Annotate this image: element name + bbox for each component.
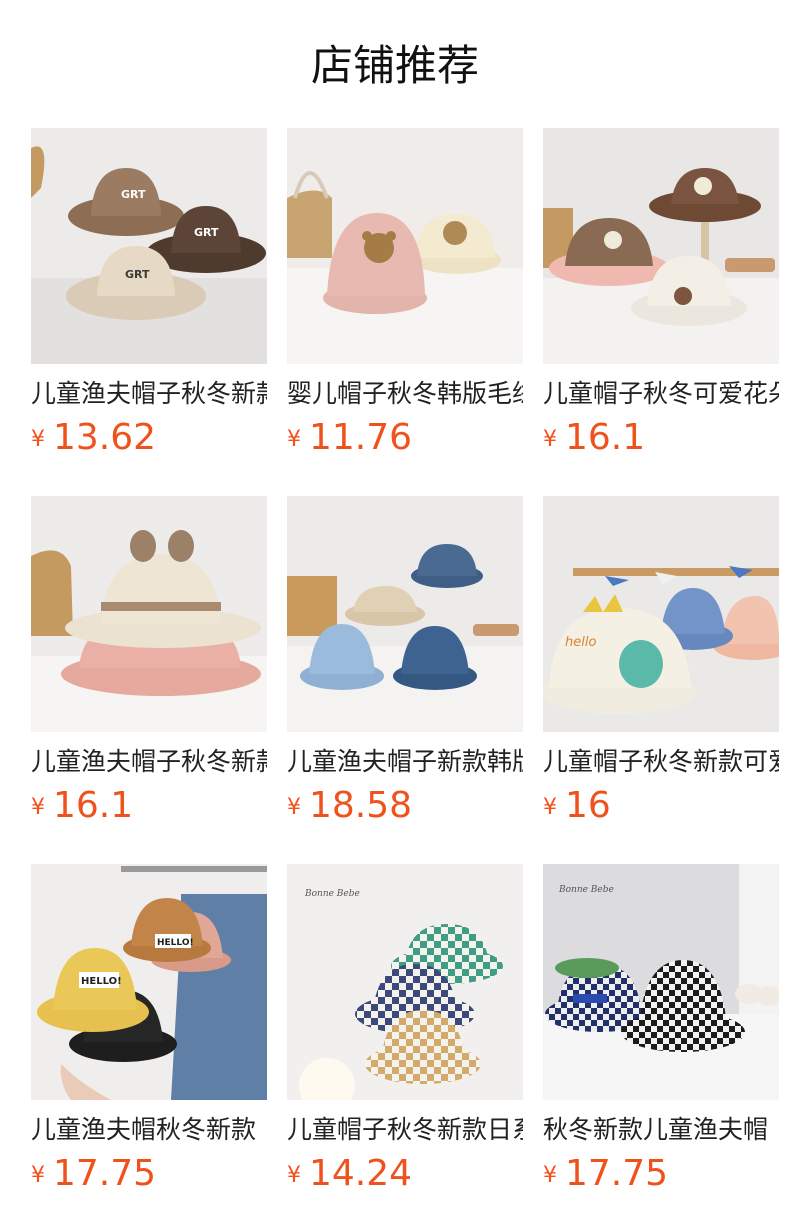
product-card[interactable]: HELLO! HELLO! 儿童渔夫帽秋冬新款 ¥17.75 — [31, 864, 267, 1232]
product-name[interactable]: 婴儿帽子秋冬韩版毛绒 — [287, 376, 523, 412]
product-image-bow-ear-bucket-hats[interactable] — [31, 496, 267, 732]
product-name[interactable]: 儿童渔夫帽子新款韩版 — [287, 744, 523, 780]
price-value: 18.58 — [309, 785, 413, 826]
product-card[interactable]: 儿童渔夫帽子新款韩版 ¥18.58 — [287, 496, 523, 864]
product-price: ¥14.24 — [287, 1152, 412, 1196]
product-image-dinosaur-bucket-hats[interactable]: hello — [543, 496, 779, 732]
product-name[interactable]: 儿童渔夫帽子秋冬新款 — [31, 376, 267, 412]
product-image-checkered-bucket-hats[interactable]: Bonne Bebe — [287, 864, 523, 1100]
product-price: ¥13.62 — [31, 416, 156, 460]
product-image-brown-grt-bucket-hats[interactable]: GRT GRT GRT — [31, 128, 267, 364]
svg-text:GRT: GRT — [125, 268, 150, 281]
product-price: ¥11.76 — [287, 416, 412, 460]
section-title: 店铺推荐 — [310, 41, 479, 90]
product-image-houndstooth-bucket-hats[interactable]: Bonne Bebe — [543, 864, 779, 1100]
price-value: 16.1 — [565, 417, 646, 458]
price-value: 13.62 — [53, 417, 157, 458]
product-name[interactable]: 儿童渔夫帽秋冬新款 — [31, 1112, 267, 1148]
currency-symbol: ¥ — [287, 795, 301, 820]
svg-text:GRT: GRT — [194, 226, 219, 239]
currency-symbol: ¥ — [543, 427, 557, 452]
product-card[interactable]: 婴儿帽子秋冬韩版毛绒 ¥11.76 — [287, 128, 523, 496]
svg-text:HELLO!: HELLO! — [81, 976, 122, 987]
currency-symbol: ¥ — [543, 1163, 557, 1188]
svg-text:hello: hello — [565, 635, 596, 650]
product-price: ¥18.58 — [287, 784, 412, 828]
product-name[interactable]: 秋冬新款儿童渔夫帽 — [543, 1112, 779, 1148]
price-value: 16 — [565, 785, 611, 826]
product-grid: GRT GRT GRT 儿童渔夫帽子秋冬新款 ¥13.62 婴儿帽子秋冬韩版毛绒… — [31, 128, 779, 1232]
product-price: ¥17.75 — [31, 1152, 156, 1196]
product-price: ¥16.1 — [31, 784, 133, 828]
product-price: ¥16 — [543, 784, 611, 828]
product-name[interactable]: 儿童帽子秋冬可爱花朵 — [543, 376, 779, 412]
product-image-denim-bucket-hats[interactable] — [287, 496, 523, 732]
currency-symbol: ¥ — [31, 427, 45, 452]
product-name[interactable]: 儿童渔夫帽子秋冬新款 — [31, 744, 267, 780]
currency-symbol: ¥ — [287, 1163, 301, 1188]
product-card[interactable]: 儿童渔夫帽子秋冬新款 ¥16.1 — [31, 496, 267, 864]
product-card[interactable]: 儿童帽子秋冬可爱花朵 ¥16.1 — [543, 128, 779, 496]
product-card[interactable]: Bonne Bebe 儿童帽子秋冬新款日系 ¥14.24 — [287, 864, 523, 1232]
svg-text:GRT: GRT — [121, 188, 146, 201]
price-value: 11.76 — [309, 417, 413, 458]
price-value: 17.75 — [53, 1153, 157, 1194]
product-image-pink-cream-bear-bucket-hats[interactable] — [287, 128, 523, 364]
currency-symbol: ¥ — [543, 795, 557, 820]
product-name[interactable]: 儿童帽子秋冬新款可爱 — [543, 744, 779, 780]
product-price: ¥16.1 — [543, 416, 645, 460]
currency-symbol: ¥ — [287, 427, 301, 452]
price-value: 14.24 — [309, 1153, 413, 1194]
price-value: 16.1 — [53, 785, 134, 826]
svg-text:HELLO!: HELLO! — [157, 938, 194, 948]
product-card[interactable]: hello 儿童帽子秋冬新款可爱 ¥16 — [543, 496, 779, 864]
price-value: 17.75 — [565, 1153, 669, 1194]
product-image-flower-bucket-hats[interactable] — [543, 128, 779, 364]
product-image-corduroy-hello-bucket-hats[interactable]: HELLO! HELLO! — [31, 864, 267, 1100]
recommendation-page: 店铺推荐 GRT GRT GRT 儿童渔夫帽子秋冬新款 ¥ 13.62 婴儿帽子… — [0, 0, 790, 1232]
currency-symbol: ¥ — [31, 1163, 45, 1188]
currency-symbol: ¥ — [31, 795, 45, 820]
product-card[interactable]: GRT GRT GRT 儿童渔夫帽子秋冬新款 ¥13.62 — [31, 128, 267, 496]
product-card[interactable]: Bonne Bebe 秋冬新款儿童渔夫帽 ¥17.75 — [543, 864, 779, 1232]
svg-text:Bonne Bebe: Bonne Bebe — [558, 885, 614, 895]
product-name[interactable]: 儿童帽子秋冬新款日系 — [287, 1112, 523, 1148]
svg-text:Bonne Bebe: Bonne Bebe — [304, 889, 360, 899]
product-price: ¥17.75 — [543, 1152, 668, 1196]
